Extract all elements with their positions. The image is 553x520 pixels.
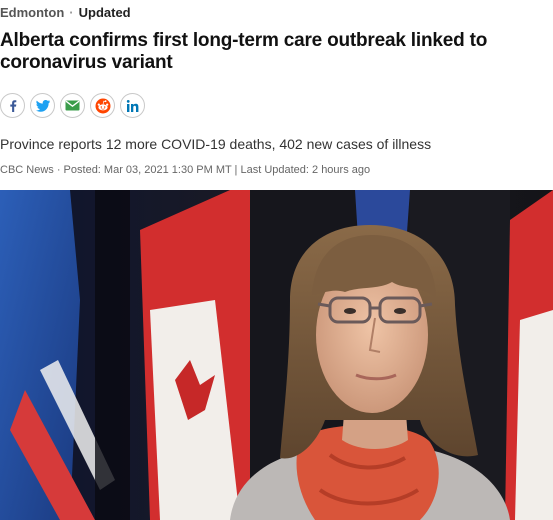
- share-twitter-button[interactable]: [30, 93, 55, 118]
- share-reddit-button[interactable]: [90, 93, 115, 118]
- email-icon: [65, 100, 80, 111]
- updated-label: Updated: [78, 5, 131, 20]
- share-linkedin-button[interactable]: [120, 93, 145, 118]
- hero-photo: [0, 190, 553, 520]
- share-facebook-button[interactable]: [0, 93, 25, 118]
- share-bar: [0, 93, 145, 118]
- section-link[interactable]: Edmonton: [0, 5, 64, 20]
- reddit-icon: [95, 98, 110, 113]
- article-headline: Alberta confirms first long-term care ou…: [0, 30, 488, 73]
- facebook-icon: [9, 99, 16, 112]
- twitter-icon: [35, 99, 50, 112]
- share-email-button[interactable]: [60, 93, 85, 118]
- linkedin-icon: [126, 99, 138, 112]
- kicker-separator: ·: [69, 5, 74, 20]
- article-subheadline: Province reports 12 more COVID-19 deaths…: [0, 136, 432, 152]
- article-kicker: Edmonton · Updated: [0, 5, 131, 20]
- article-byline: CBC News · Posted: Mar 03, 2021 1:30 PM …: [0, 164, 371, 176]
